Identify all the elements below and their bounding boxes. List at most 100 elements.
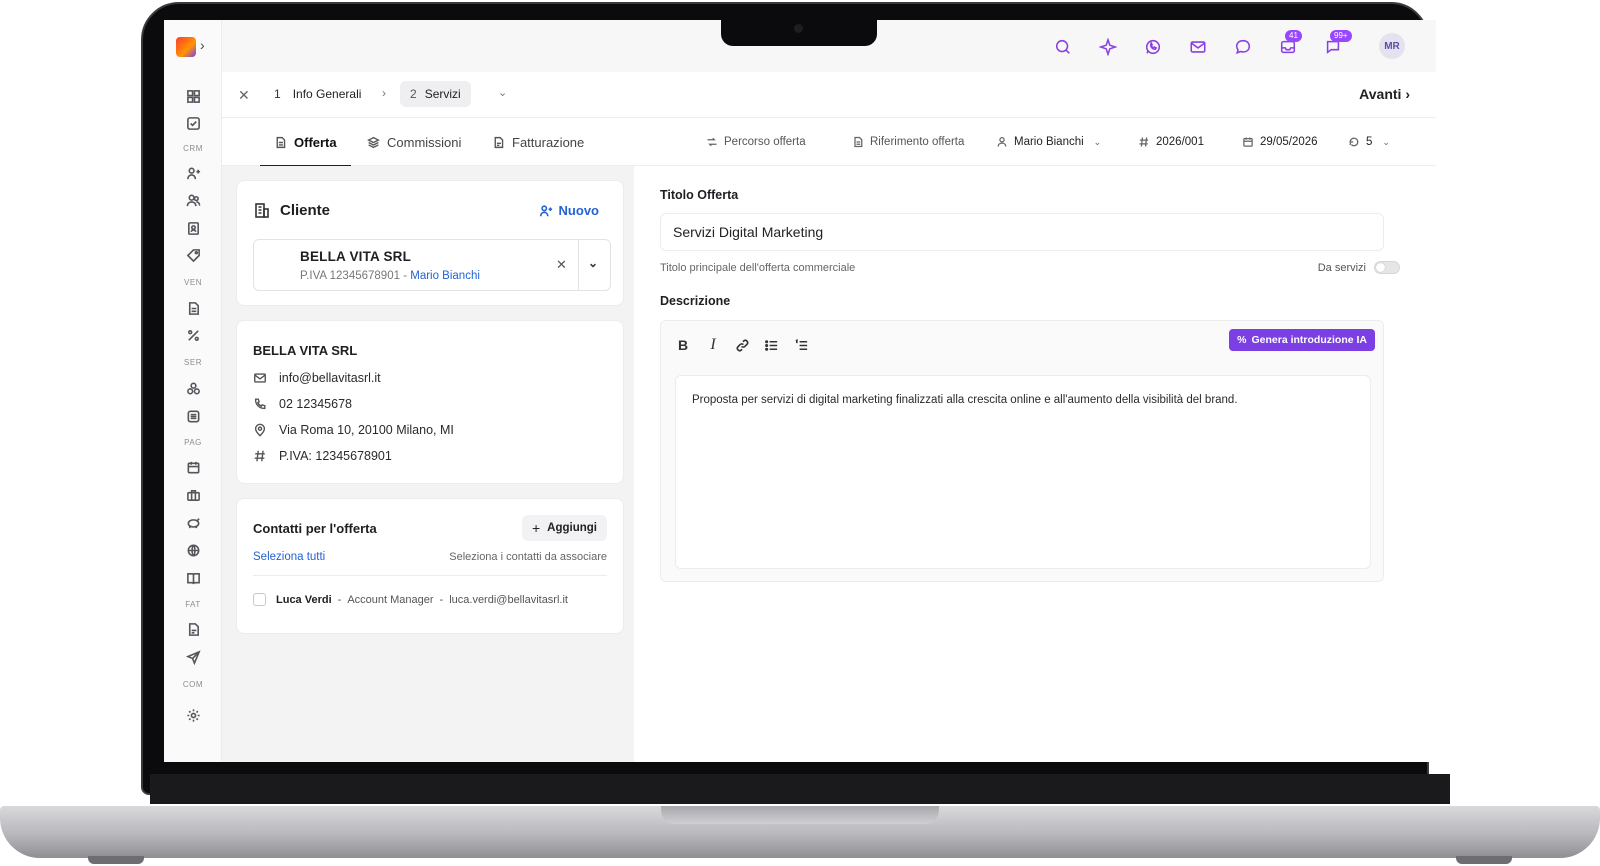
percent-icon[interactable] [184,326,202,344]
revisions-select[interactable]: 5 ⌄ [1348,118,1390,166]
offer-date[interactable]: 29/05/2026 [1242,118,1318,166]
route-icon [707,137,717,147]
whatsapp-icon[interactable] [1142,36,1164,58]
revisions-value: 5 [1366,136,1373,148]
sidebar-section-ven: VEN [184,278,202,287]
chevron-down-icon[interactable]: ⌄ [498,86,507,99]
step-info-generali[interactable]: 1 Info Generali [274,81,361,107]
mail-icon[interactable] [1187,36,1209,58]
next-button[interactable]: Avanti › [1359,86,1410,102]
select-all-link[interactable]: Seleziona tutti [253,551,325,563]
meta-label: Riferimento offerta [870,136,965,148]
plus-icon: + [531,520,541,536]
layers-icon [367,136,380,148]
italic-icon[interactable]: I [703,335,723,355]
contact-row[interactable]: Luca Verdi - Account Manager - luca.verd… [253,593,568,606]
settings-gear-icon[interactable] [184,706,202,724]
customers-icon[interactable] [184,191,202,209]
contacts-hint: Seleziona i contatti da associare [449,551,607,563]
leads-icon[interactable] [184,164,202,182]
tab-commissioni[interactable]: Commissioni [367,118,461,166]
invoice-icon [494,136,504,148]
laptop-base [0,806,1600,858]
sidebar-section-com: COM [182,680,204,689]
client-separator: - [403,270,408,282]
globe-icon[interactable] [184,541,202,559]
sparkle-icon[interactable] [1097,36,1119,58]
contact-checkbox[interactable] [253,593,266,606]
camera-icon [794,24,803,33]
client-phone-row: 02 12345678 [253,397,352,411]
cliente-title-text: Cliente [280,201,331,219]
document-icon [854,136,863,148]
percorso-offerta-button[interactable]: Percorso offerta [706,118,806,166]
tab-label: Fatturazione [512,134,585,150]
app-logo[interactable] [176,37,196,57]
owner-select[interactable]: Mario Bianchi ⌄ [996,118,1101,166]
notifications-icon[interactable]: 99+ [1322,30,1352,58]
tasks-icon[interactable] [184,114,202,132]
chat-icon[interactable] [1232,36,1254,58]
link-icon[interactable] [732,335,752,355]
add-contact-button[interactable]: + Aggiungi [521,515,607,541]
book-icon[interactable] [184,569,202,587]
inbox-icon[interactable]: 41 [1277,30,1302,58]
catalog-icon[interactable] [184,407,202,425]
step-servizi[interactable]: 2 Servizi [400,81,471,107]
description-textarea[interactable]: Proposta per servizi di digital marketin… [675,375,1371,569]
client-address: Via Roma 10, 20100 Milano, MI [279,423,454,437]
calendar-icon[interactable] [184,458,202,476]
services-icon[interactable] [184,379,202,397]
client-piva-value: P.IVA: 12345678901 [279,449,392,463]
contacts-book-icon[interactable] [184,219,202,237]
divider [253,575,607,576]
invoice-icon[interactable] [184,620,202,638]
new-client-button[interactable]: Nuovo [539,203,599,218]
step-number: 2 [410,87,417,101]
generate-ai-intro-button[interactable]: % Genera introduzione IA [1229,329,1375,351]
da-servizi-toggle-group[interactable]: Da servizi [1318,261,1400,274]
tag-icon[interactable] [184,246,202,264]
sidebar-section-crm: CRM [183,144,203,153]
bullet-list-icon[interactable] [761,335,781,355]
contact-name: Luca Verdi [276,593,332,606]
cliente-title: Cliente [253,201,330,219]
sidebar-expand-icon[interactable]: › [200,37,205,53]
client-details-card: BELLA VITA SRL info@bellavitasrl.it 02 1… [236,320,624,484]
title-hint: Titolo principale dell'offerta commercia… [660,262,856,274]
bold-icon[interactable]: B [673,335,693,355]
client-select[interactable]: BELLA VITA SRL P.IVA 12345678901 - Mario… [253,239,611,291]
numbered-list-icon[interactable] [791,335,811,355]
client-address-row: Via Roma 10, 20100 Milano, MI [253,423,454,437]
contacts-card: Contatti per l'offerta + Aggiungi Selezio… [236,498,624,634]
chevron-down-icon[interactable]: ⌄ [588,256,598,270]
client-owner[interactable]: Mario Bianchi [410,270,480,282]
tab-fatturazione[interactable]: Fatturazione [492,118,584,166]
search-icon[interactable] [1052,36,1074,58]
tab-offerta[interactable]: Offerta [260,118,351,167]
user-avatar[interactable]: MR [1379,33,1405,59]
briefcase-icon[interactable] [184,486,202,504]
title-input[interactable]: Servizi Digital Marketing [660,213,1384,251]
close-icon[interactable]: ✕ [238,87,250,104]
offer-number[interactable]: 2026/001 [1138,118,1204,166]
notifications-badge: 99+ [1330,30,1352,42]
step-label: Servizi [424,87,461,101]
clear-client-icon[interactable]: ✕ [556,257,567,273]
ai-button-label: Genera introduzione IA [1251,334,1367,346]
document-icon[interactable] [184,299,202,317]
send-icon[interactable] [184,648,202,666]
calendar-icon [1243,137,1253,147]
da-servizi-toggle[interactable] [1374,261,1400,274]
sidebar-section-ser: SER [184,358,202,367]
offer-number-value: 2026/001 [1156,136,1204,148]
client-piva-row: P.IVA: 12345678901 [253,449,392,463]
dashboard-icon[interactable] [184,87,202,105]
chevron-down-icon: ⌄ [1382,136,1390,147]
client-email: info@bellavitasrl.it [279,371,381,385]
riferimento-offerta-button[interactable]: Riferimento offerta [852,118,964,166]
piggy-bank-icon[interactable] [184,513,202,531]
separator: - [337,593,342,606]
tab-label: Commissioni [387,134,462,150]
document-icon [276,136,286,148]
